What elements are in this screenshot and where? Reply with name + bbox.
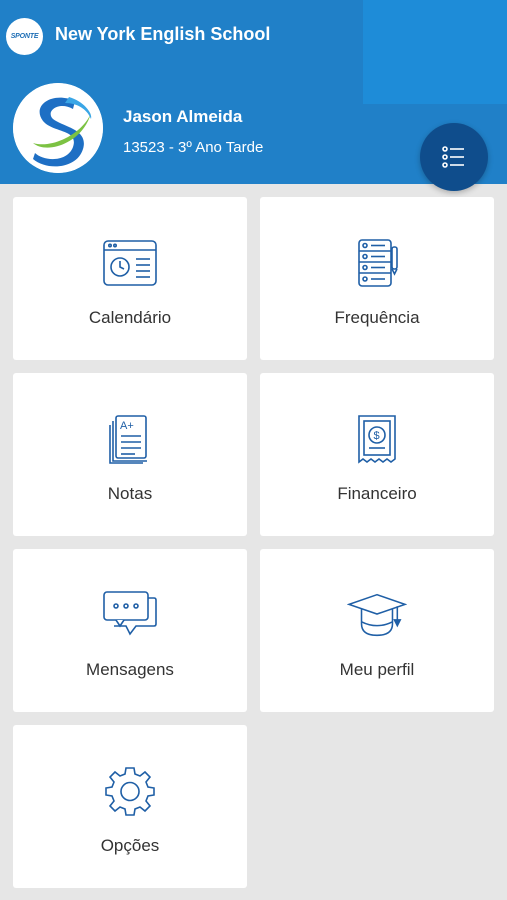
card-notas[interactable]: A+ Notas — [13, 373, 247, 536]
header-accent-block — [363, 0, 507, 104]
graduation-cap-icon — [347, 587, 407, 643]
menu-list-button[interactable] — [420, 123, 488, 191]
calendar-clock-icon — [100, 235, 160, 291]
card-mensagens[interactable]: Mensagens — [13, 549, 247, 712]
grades-document-icon: A+ — [100, 411, 160, 467]
card-label: Frequência — [334, 308, 420, 327]
card-calendario[interactable]: Calendário — [13, 197, 247, 360]
user-class: 13523 - 3º Ano Tarde — [123, 139, 264, 156]
card-label: Calendário — [88, 308, 172, 327]
avatar[interactable] — [13, 83, 103, 173]
message-bubbles-icon — [100, 587, 160, 643]
svg-text:A+: A+ — [120, 420, 134, 432]
money-receipt-icon: $ — [347, 411, 407, 467]
card-opcoes[interactable]: Opções — [13, 725, 247, 888]
card-label: Mensagens — [86, 660, 174, 679]
card-frequencia[interactable]: Frequência — [260, 197, 494, 360]
card-label: Meu perfil — [339, 660, 415, 679]
sponte-logo: SPONTE — [6, 18, 43, 55]
card-meu-perfil[interactable]: Meu perfil — [260, 549, 494, 712]
gear-icon — [100, 763, 160, 819]
app-header: SPONTE New York English School Jason Alm… — [0, 0, 507, 191]
card-financeiro[interactable]: $ Financeiro — [260, 373, 494, 536]
sponte-logo-text: SPONTE — [10, 33, 39, 40]
school-name: New York English School — [55, 24, 271, 44]
card-label: Notas — [107, 484, 153, 503]
card-label: Opções — [100, 836, 160, 855]
svg-text:$: $ — [374, 430, 380, 442]
attendance-notebook-icon — [347, 235, 407, 291]
list-icon — [442, 146, 464, 168]
card-label: Financeiro — [337, 484, 417, 503]
user-name: Jason Almeida — [123, 107, 243, 126]
